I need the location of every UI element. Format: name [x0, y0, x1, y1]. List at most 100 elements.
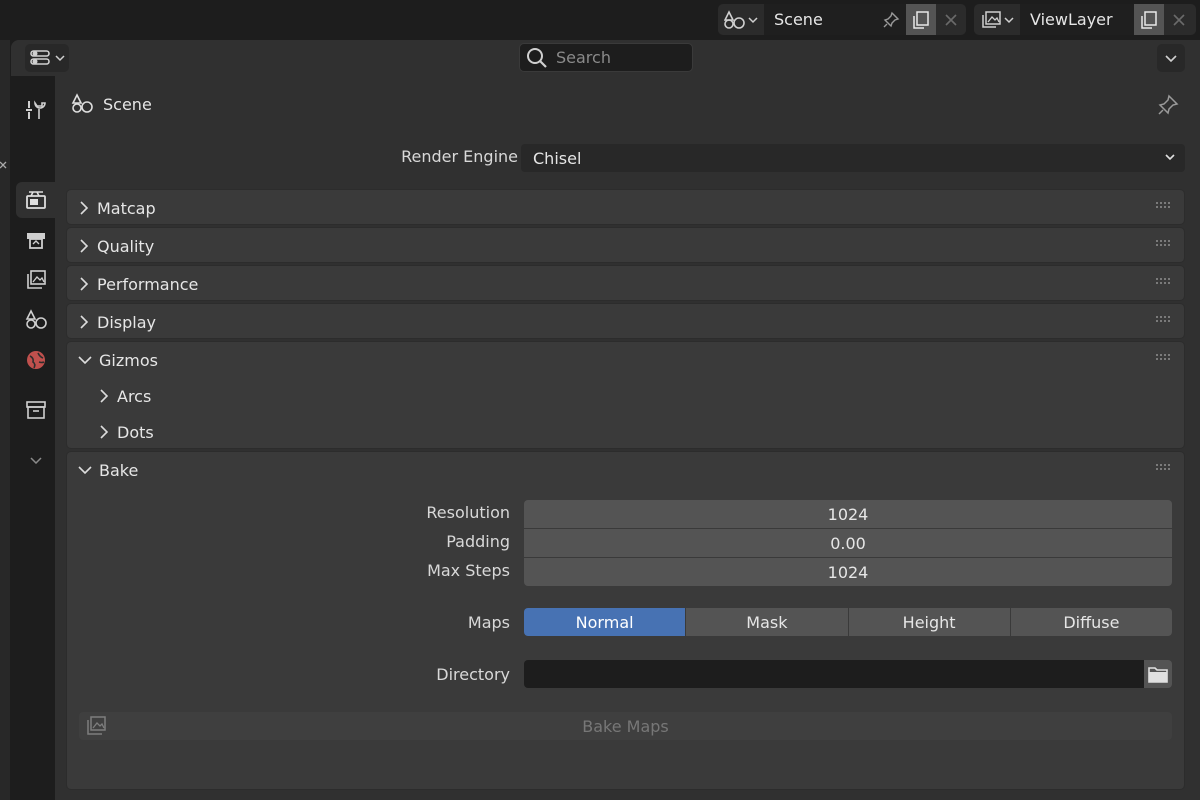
directory-field — [524, 660, 1172, 688]
chevron-right-icon — [100, 389, 109, 403]
padding-field[interactable]: 0.00 — [524, 529, 1172, 557]
subpanel-title: Arcs — [117, 386, 152, 406]
image-icon — [87, 716, 106, 735]
tab-more-button[interactable] — [16, 442, 55, 478]
chevron-right-icon — [80, 239, 89, 253]
render-engine-value: Chisel — [533, 148, 582, 168]
scene-name-field[interactable]: Scene — [764, 4, 876, 35]
world-icon — [26, 351, 45, 369]
close-icon — [0, 161, 7, 169]
pin-context-button[interactable] — [1157, 94, 1179, 120]
panel-title: Gizmos — [99, 350, 158, 370]
panel-title: Quality — [97, 236, 155, 256]
drag-handle-icon[interactable] — [1156, 354, 1172, 362]
chevron-down-icon — [1165, 55, 1177, 62]
panel-header-gizmos[interactable]: Gizmos — [67, 342, 1184, 378]
panel-display: Display — [66, 303, 1185, 339]
panel-matcap: Matcap — [66, 189, 1185, 225]
panel-title: Display — [97, 312, 156, 332]
drag-handle-icon[interactable] — [1156, 464, 1172, 472]
render-engine-dropdown[interactable]: Chisel — [521, 144, 1185, 172]
tab-render[interactable] — [16, 182, 55, 218]
scene-icon — [25, 309, 47, 329]
maps-option-diffuse[interactable]: Diffuse — [1010, 608, 1172, 636]
collection-icon — [25, 401, 46, 419]
tab-collection[interactable] — [16, 392, 55, 428]
scene-icon — [724, 9, 745, 29]
panel-title: Bake — [99, 460, 139, 480]
pin-icon — [883, 11, 900, 27]
chevron-down-icon — [55, 55, 65, 62]
drag-handle-icon[interactable] — [1156, 240, 1172, 248]
chevron-right-icon — [80, 201, 89, 215]
chevron-down-icon — [748, 16, 758, 23]
resolution-label: Resolution — [426, 503, 510, 522]
close-icon — [945, 13, 957, 26]
panel-gizmos: Gizmos Arcs Dots — [66, 341, 1185, 449]
properties-tabs — [11, 76, 55, 800]
properties-content: Scene Render Engine Chisel Matcap Qualit… — [55, 76, 1200, 800]
folder-icon — [1148, 667, 1168, 683]
chevron-down-icon — [1004, 16, 1014, 23]
subpanel-title: Dots — [117, 422, 154, 442]
drag-handle-icon[interactable] — [1156, 278, 1172, 286]
chevron-down-icon — [29, 457, 42, 464]
panel-header-bake[interactable]: Bake — [67, 452, 1184, 488]
view-layer-name-field[interactable]: ViewLayer — [1020, 4, 1134, 35]
maps-option-height[interactable]: Height — [848, 608, 1011, 636]
panel-header-quality[interactable]: Quality — [67, 228, 1184, 264]
new-view-layer-button[interactable] — [1134, 4, 1164, 35]
render-engine-label: Render Engine — [401, 147, 518, 166]
maps-option-normal[interactable]: Normal — [524, 608, 687, 636]
properties-editor: Scene Render Engine Chisel Matcap Qualit… — [11, 40, 1200, 800]
panel-header-display[interactable]: Display — [67, 304, 1184, 340]
panel-header-performance[interactable]: Performance — [67, 266, 1184, 302]
delete-scene-button[interactable] — [936, 4, 966, 35]
chevron-right-icon — [100, 425, 109, 439]
context-path: Scene — [71, 92, 152, 116]
scene-icon — [71, 93, 93, 113]
drag-handle-icon[interactable] — [1156, 316, 1172, 324]
chevron-right-icon — [80, 315, 89, 329]
subpanel-header-dots[interactable]: Dots — [67, 414, 1184, 450]
pin-scene-button[interactable] — [876, 4, 906, 35]
new-scene-button[interactable] — [906, 4, 936, 35]
panel-bake: Bake Resolution 1024 Padding 0.00 Max St… — [66, 451, 1185, 790]
resolution-field[interactable]: 1024 — [524, 500, 1172, 528]
editor-header — [11, 40, 1200, 76]
scene-selector: Scene — [718, 4, 966, 35]
max-steps-field[interactable]: 1024 — [524, 558, 1172, 586]
delete-view-layer-button[interactable] — [1164, 4, 1194, 35]
subpanel-header-arcs[interactable]: Arcs — [67, 378, 1184, 414]
view-layer-selector: ViewLayer — [974, 4, 1196, 35]
duplicate-icon — [913, 10, 929, 29]
scene-browse-button[interactable] — [718, 4, 764, 35]
panel-quality: Quality — [66, 227, 1185, 263]
view-layer-browse-button[interactable] — [974, 4, 1020, 35]
bake-maps-button[interactable]: Bake Maps — [79, 712, 1172, 740]
drag-handle-icon[interactable] — [1156, 202, 1172, 210]
tool-icon — [25, 100, 46, 119]
tab-world[interactable] — [16, 342, 55, 378]
editor-type-button[interactable] — [25, 44, 69, 72]
panel-title: Performance — [97, 274, 199, 294]
editor-options-button[interactable] — [1157, 44, 1185, 72]
max-steps-label: Max Steps — [427, 561, 510, 580]
tab-output[interactable] — [16, 222, 55, 258]
pin-icon — [1158, 94, 1179, 115]
search-input[interactable] — [556, 48, 676, 67]
search-field[interactable] — [519, 43, 693, 72]
tab-scene[interactable] — [16, 302, 55, 338]
panel-header-matcap[interactable]: Matcap — [67, 190, 1184, 226]
tab-tool[interactable] — [16, 92, 55, 128]
browse-directory-button[interactable] — [1144, 660, 1172, 688]
adjacent-editor-edge — [0, 40, 10, 800]
search-icon — [527, 47, 547, 68]
close-icon — [1173, 13, 1185, 26]
maps-option-mask[interactable]: Mask — [686, 608, 849, 636]
directory-input[interactable] — [524, 660, 1144, 688]
chevron-right-icon — [80, 277, 89, 291]
chevron-down-icon — [78, 356, 92, 365]
maps-selector: Normal Mask Height Diffuse — [524, 608, 1172, 636]
tab-view-layer[interactable] — [16, 262, 55, 298]
